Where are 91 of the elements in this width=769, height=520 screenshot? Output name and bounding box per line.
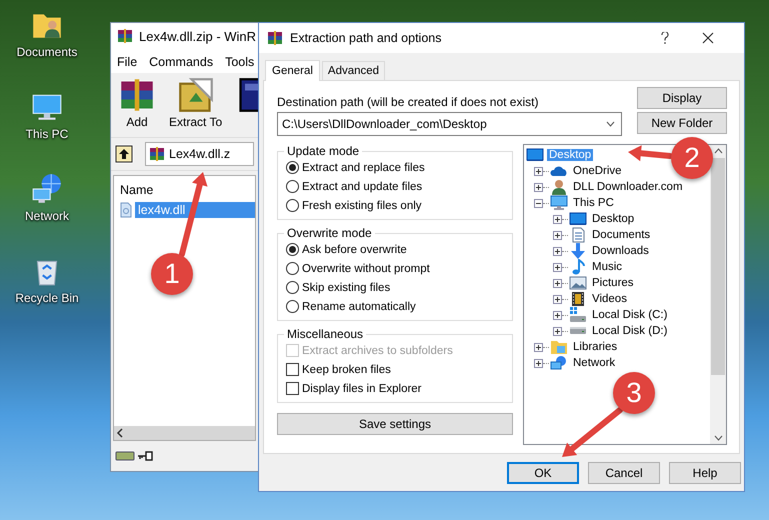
tree-item[interactable]: Music — [590, 261, 624, 273]
radio-button[interactable]: Fresh existing files only — [286, 198, 504, 213]
tree-item[interactable]: Local Disk (D:) — [590, 325, 670, 337]
dialog-button[interactable]: Help — [669, 462, 741, 484]
drive-icon — [569, 327, 587, 335]
folder-icon — [550, 339, 568, 355]
save-settings-button[interactable]: Save settings — [277, 413, 513, 435]
drive-icon — [569, 307, 587, 323]
expand-toggle[interactable] — [553, 326, 562, 336]
tree-item[interactable]: This PC — [571, 197, 616, 209]
down-arrow-icon — [569, 243, 587, 259]
expand-toggle[interactable] — [534, 342, 543, 352]
tab[interactable]: General — [265, 60, 320, 81]
film-icon — [569, 291, 587, 307]
dialog-title: Extraction path and options — [290, 31, 442, 45]
tree-item[interactable]: OneDrive — [571, 165, 624, 177]
expand-toggle[interactable] — [553, 310, 562, 320]
drive-icon — [115, 450, 135, 462]
tab[interactable]: Advanced — [322, 61, 386, 80]
expand-toggle[interactable] — [553, 294, 562, 304]
tree-item[interactable]: Network — [571, 357, 618, 369]
desktop-icon-label: This PC — [26, 127, 68, 141]
expand-toggle[interactable] — [553, 278, 562, 288]
tree-item[interactable]: Desktop — [590, 213, 636, 225]
radio-button[interactable]: Ask before overwrite — [286, 242, 504, 257]
network-globe-icon — [30, 172, 64, 206]
radio-button[interactable]: Extract and update files — [286, 179, 504, 194]
column-header[interactable]: Name — [120, 183, 154, 197]
dialog-button[interactable]: Cancel — [588, 462, 660, 484]
person-icon — [550, 179, 568, 195]
dropdown-caret-icon — [606, 121, 615, 127]
expand-toggle[interactable] — [534, 182, 543, 192]
field-label: Destination path (will be created if does not exist) — [277, 95, 540, 109]
scroll-up-icon — [714, 148, 722, 154]
book-stack-icon — [149, 146, 165, 162]
side-button[interactable]: New Folder — [637, 112, 727, 134]
group-title: Update mode — [286, 144, 360, 158]
tree-item[interactable]: DLL Downloader.com — [571, 181, 685, 193]
destination-path-combobox[interactable]: C:\Users\DllDownloader_com\Desktop — [277, 112, 622, 136]
tree-item[interactable]: Documents — [590, 229, 652, 241]
question-mark-icon — [661, 32, 669, 44]
vertical-scrollbar[interactable] — [710, 145, 726, 444]
book-stack-icon — [267, 30, 283, 46]
tree-item[interactable]: Videos — [590, 293, 629, 305]
desktop-icon-label: Documents — [16, 45, 78, 59]
tree-item[interactable]: Downloads — [590, 245, 651, 257]
radio-button[interactable]: Extract and replace files — [286, 160, 504, 175]
checkbox[interactable]: Display files in Explorer — [286, 381, 504, 396]
cloud-icon — [550, 164, 568, 178]
expand-toggle[interactable] — [553, 230, 562, 240]
box-icon — [178, 77, 214, 113]
window-title: Lex4w.dll.zip - WinR — [139, 28, 256, 44]
toolbar-button[interactable]: Extract To — [165, 75, 226, 135]
expand-toggle[interactable] — [553, 262, 562, 272]
menu-item[interactable]: Commands — [149, 55, 214, 69]
expand-toggle[interactable] — [534, 166, 543, 176]
menu-item[interactable]: File — [117, 55, 138, 69]
expand-toggle[interactable] — [553, 214, 562, 224]
radio-button[interactable]: Skip existing files — [286, 280, 504, 295]
group-title: Overwrite mode — [286, 226, 373, 240]
toolbar-button[interactable]: Add — [115, 75, 159, 135]
menu-item[interactable]: Tools — [225, 55, 254, 69]
desktop-icon — [526, 148, 544, 162]
radio-button[interactable]: Rename automatically — [286, 299, 504, 314]
scroll-down-icon — [714, 435, 722, 441]
computer-icon — [550, 195, 568, 211]
desktop-icon-label: Network — [24, 209, 69, 223]
path-field[interactable]: Lex4w.dll.z — [145, 142, 254, 166]
close-icon — [702, 32, 714, 44]
book-stack-icon — [117, 28, 133, 44]
radio-button[interactable]: Overwrite without prompt — [286, 261, 504, 276]
tree-item[interactable]: Libraries — [571, 341, 620, 353]
expand-toggle[interactable] — [534, 358, 543, 368]
network-icon — [550, 355, 568, 371]
annotation-arrow — [628, 145, 673, 162]
expand-toggle[interactable] — [553, 246, 562, 256]
annotation-arrow — [562, 407, 623, 457]
key-icon — [137, 451, 153, 461]
desktop-icon — [569, 212, 587, 226]
side-button[interactable]: Display — [637, 87, 727, 109]
desktop-icon-label: Recycle Bin — [15, 291, 79, 305]
book-stack-icon — [119, 77, 155, 113]
expand-toggle[interactable] — [534, 198, 543, 208]
tree-item[interactable]: Local Disk (C:) — [590, 309, 670, 321]
picture-icon — [569, 276, 587, 290]
tree-item[interactable]: Pictures — [590, 277, 636, 289]
group-title: Miscellaneous — [286, 327, 364, 341]
dialog-button[interactable]: OK — [507, 462, 579, 484]
horizontal-scrollbar[interactable] — [114, 426, 255, 440]
file-icon — [120, 202, 132, 218]
checkbox[interactable]: Keep broken files — [286, 362, 504, 377]
